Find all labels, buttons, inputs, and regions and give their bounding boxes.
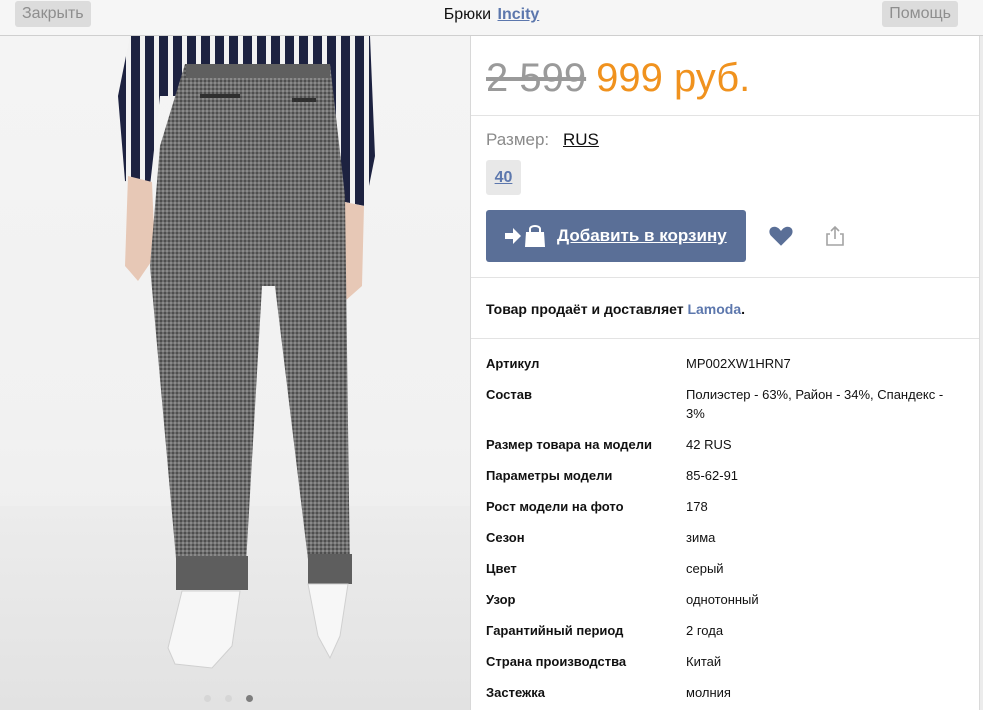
spec-row: Рост модели на фото 178 [486, 497, 966, 516]
old-price: 2 599 [486, 56, 587, 100]
spec-key: Гарантийный период [486, 623, 624, 638]
spec-value: зима [686, 530, 716, 545]
gallery-dot-active[interactable] [246, 695, 253, 702]
spec-row: Гарантийный период 2 года [486, 621, 966, 640]
spec-value: однотонный [686, 592, 759, 607]
spec-row: Страна производства Китай [486, 652, 966, 671]
divider [471, 115, 979, 116]
heart-icon[interactable] [768, 223, 794, 249]
spec-value: 42 RUS [686, 437, 732, 452]
close-button[interactable]: Закрыть [15, 1, 91, 27]
spec-row: Артикул MP002XW1HRN7 [486, 354, 966, 373]
product-image [0, 36, 470, 710]
size-system-link[interactable]: RUS [563, 130, 599, 150]
spec-key: Застежка [486, 685, 545, 700]
spec-value: серый [686, 561, 724, 576]
spec-row: Сезон зима [486, 528, 966, 547]
gallery-dot[interactable] [204, 695, 211, 702]
scrollbar-track[interactable] [979, 36, 983, 710]
seller-info: Товар продаёт и доставляет Lamoda. [486, 301, 745, 317]
spec-key: Состав [486, 387, 532, 402]
spec-row: Размер товара на модели 42 RUS [486, 435, 966, 454]
spec-value: MP002XW1HRN7 [686, 356, 791, 371]
share-icon[interactable] [823, 224, 847, 248]
help-button[interactable]: Помощь [882, 1, 958, 27]
product-type: Брюки [443, 6, 492, 23]
spec-key: Страна производства [486, 654, 627, 669]
spec-key: Размер товара на модели [486, 437, 653, 452]
divider [471, 277, 979, 278]
spec-value: Полиэстер - 63%, Район - 34%, Спандекс -… [686, 387, 944, 421]
spec-value: молния [686, 685, 731, 700]
top-bar: Брюки Incity Закрыть Помощь [0, 0, 983, 36]
specs-table: Артикул MP002XW1HRN7 Состав Полиэстер - … [486, 354, 966, 702]
product-photo[interactable] [0, 36, 470, 710]
seller-period: . [741, 301, 746, 317]
spec-row: Цвет серый [486, 559, 966, 578]
divider [471, 338, 979, 339]
spec-row: Состав Полиэстер - 63%, Район - 34%, Спа… [486, 385, 966, 423]
spec-key: Параметры модели [486, 468, 613, 483]
spec-key: Узор [486, 592, 516, 607]
brand-link[interactable]: Incity [498, 6, 540, 23]
page-title: Брюки Incity [0, 0, 983, 30]
new-price: 999 руб. [596, 56, 751, 100]
size-option-40[interactable]: 40 [486, 160, 521, 195]
spec-value: 2 года [686, 623, 724, 638]
seller-text: Товар продаёт и доставляет [486, 301, 684, 317]
price-block: 2 599 999 руб. [486, 56, 750, 100]
spec-key: Рост модели на фото [486, 499, 624, 514]
add-to-cart-label: Добавить в корзину [557, 226, 727, 245]
gallery-dot[interactable] [225, 695, 232, 702]
spec-value: 85-62-91 [686, 468, 739, 483]
gallery-dots [204, 689, 267, 707]
spec-value: Китай [686, 654, 722, 669]
seller-link[interactable]: Lamoda [687, 301, 741, 317]
spec-row: Параметры модели 85-62-91 [486, 466, 966, 485]
arrow-bag-icon [505, 225, 545, 247]
spec-row: Узор однотонный [486, 590, 966, 609]
product-info-panel: 2 599 999 руб. Размер: RUS 40 Добавить в … [470, 36, 979, 710]
spec-key: Цвет [486, 561, 517, 576]
spec-key: Артикул [486, 356, 540, 371]
spec-row: Застежка молния [486, 683, 966, 702]
spec-key: Сезон [486, 530, 525, 545]
spec-value: 178 [686, 499, 708, 514]
add-to-cart-button[interactable]: Добавить в корзину [486, 210, 746, 262]
size-label: Размер: [486, 130, 550, 149]
